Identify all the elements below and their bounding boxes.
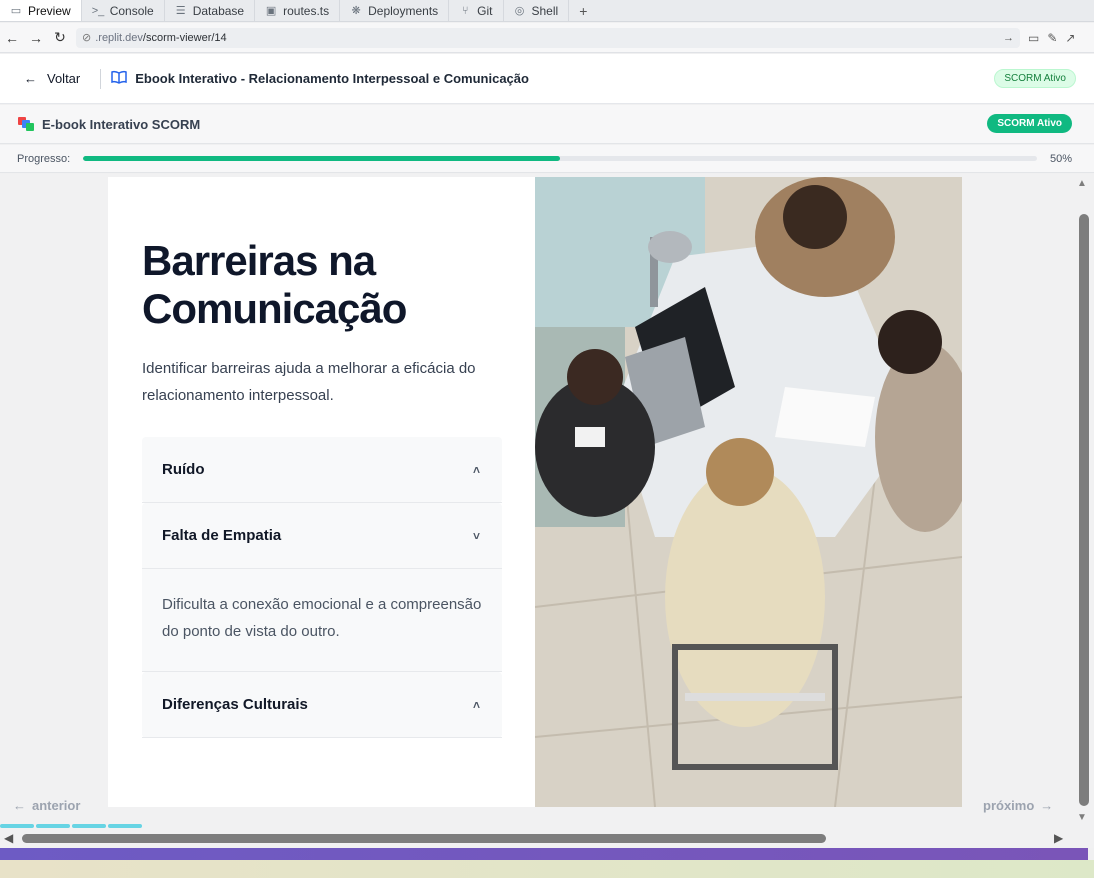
accordion-item: Diferenças Culturais ˄: [142, 672, 502, 738]
accordion-item: Falta de Empatia ˅ Dificulta a conexão emo…: [142, 503, 502, 672]
app-header: ← Voltar Ebook Interativo - Relacionamen…: [0, 54, 1094, 104]
horizontal-scrollbar[interactable]: ◀ ▶: [0, 828, 1094, 848]
tab-label: routes.ts: [283, 3, 330, 18]
back-arrow-icon[interactable]: ←: [0, 30, 24, 46]
vertical-scroll-thumb[interactable]: [1079, 214, 1089, 806]
next-page-button[interactable]: próximo →: [983, 798, 1053, 813]
arrow-right-icon: →: [1040, 798, 1054, 813]
scorm-bar: E-book Interativo SCORM SCORM Ativo: [0, 105, 1094, 144]
tab-label: Deployments: [368, 3, 439, 18]
tab-console[interactable]: >_ Console: [82, 0, 165, 21]
horizontal-scroll-thumb[interactable]: [22, 834, 826, 843]
scorm-active-badge: SCORM Ativo: [987, 114, 1072, 133]
arrow-left-icon: ←: [24, 71, 37, 86]
deployments-icon: ❋: [351, 5, 361, 17]
book-open-icon: [111, 70, 127, 88]
shell-icon: ◎: [514, 5, 525, 17]
accordion-title: Ruído: [162, 461, 205, 478]
previous-page-button[interactable]: ← anterior: [13, 798, 80, 813]
tab-label: Console: [109, 3, 154, 18]
arrow-left-icon: ←: [13, 798, 26, 813]
ebook-title-text: Ebook Interativo - Relacionamento Interp…: [135, 71, 529, 86]
meeting-photo-illustration: [535, 177, 962, 807]
back-label: Voltar: [47, 71, 81, 86]
reload-icon[interactable]: ↻: [48, 29, 72, 46]
chevron-up-icon: ˄: [472, 697, 480, 712]
vertical-scrollbar[interactable]: ▲ ▼: [1072, 174, 1094, 828]
back-button[interactable]: ← Voltar: [24, 71, 80, 86]
accordion-header[interactable]: Diferenças Culturais ˄: [142, 672, 502, 738]
tab-label: Git: [477, 3, 493, 18]
page-card: Barreiras na Comunicação Identificar bar…: [108, 177, 535, 807]
accordion-title: Diferenças Culturais: [162, 696, 308, 713]
next-label: próximo: [983, 798, 1035, 813]
meeting-photo: [535, 177, 962, 807]
monitor-icon: ▭: [10, 5, 22, 17]
typescript-file-icon: ▣: [265, 5, 277, 17]
tab-preview[interactable]: ▭ Preview: [0, 0, 82, 21]
header-divider: [100, 68, 102, 89]
tab-deployments[interactable]: ❋ Deployments: [340, 0, 450, 21]
tab-shell[interactable]: ◎ Shell: [504, 0, 570, 21]
accordion-item: Ruído ˄: [142, 437, 502, 503]
progress-percent: 50%: [1050, 152, 1073, 165]
url-field[interactable]: ⊘ .replit.dev/scorm-viewer/14 →: [76, 27, 1020, 48]
terminal-icon: >_: [91, 4, 105, 17]
forward-arrow-icon[interactable]: →: [24, 30, 48, 46]
accordion-header[interactable]: Ruído ˄: [142, 437, 502, 503]
link-icon: ⊘: [82, 32, 92, 44]
tab-label: Shell: [531, 3, 559, 18]
ebook-title: Ebook Interativo - Relacionamento Interp…: [111, 70, 529, 88]
progress-fill: [83, 156, 560, 161]
bottom-accent-bar: [0, 848, 1088, 860]
tab-label: Preview: [28, 3, 71, 18]
scorm-package-name: E-book Interativo SCORM: [42, 116, 201, 132]
tab-database[interactable]: ☰ Database: [165, 0, 256, 21]
accordion-header[interactable]: Falta de Empatia ˅: [142, 503, 502, 569]
os-taskbar: [0, 860, 1094, 878]
scroll-left-icon[interactable]: ◀: [4, 831, 13, 845]
accordion-title: Falta de Empatia: [162, 527, 282, 544]
page-intro: Identificar barreiras ajuda a melhorar a…: [142, 360, 476, 404]
progress-track: [83, 156, 1037, 161]
progress-row: Progresso: 50%: [0, 145, 1094, 173]
wrench-icon[interactable]: ✎: [1047, 31, 1057, 45]
chevron-up-icon: ˄: [472, 462, 480, 477]
workspace-tab-strip: ▭ Preview >_ Console ☰ Database ▣ routes.ts ❋ Dep…: [0, 0, 1094, 22]
tab-routes-ts[interactable]: ▣ routes.ts: [255, 0, 341, 21]
scorm-status-badge: SCORM Ativo: [994, 69, 1076, 88]
accordion-body: Dificulta a conexão emocional e a compre…: [142, 569, 502, 672]
page-title: Barreiras na Comunicação: [142, 237, 407, 332]
content-area: Barreiras na Comunicação Identificar bar…: [0, 174, 1072, 828]
url-path: /scorm-viewer/14: [142, 31, 227, 44]
accordion: Ruído ˄ Falta de Empatia ˅ Dificulta a conex…: [142, 437, 502, 738]
tab-label: Database: [192, 3, 245, 18]
go-arrow-icon[interactable]: →: [1003, 32, 1014, 44]
tab-git[interactable]: ⑂ Git: [449, 0, 504, 21]
git-icon: ⑂: [461, 4, 469, 17]
scroll-right-icon[interactable]: ▶: [1054, 831, 1063, 845]
scorm-logo-icon: [18, 117, 34, 131]
previous-label: anterior: [32, 798, 81, 813]
address-bar: ← → ↻ ⊘ .replit.dev/scorm-viewer/14 → ▭ …: [0, 23, 1094, 53]
database-icon: ☰: [175, 5, 186, 17]
progress-label: Progresso:: [17, 152, 71, 165]
open-external-icon[interactable]: ↗: [1065, 31, 1075, 45]
scroll-up-icon[interactable]: ▲: [1077, 178, 1087, 189]
devices-icon[interactable]: ▭: [1028, 31, 1039, 45]
url-host: .replit.dev: [95, 31, 143, 44]
chevron-down-icon: ˅: [472, 528, 480, 543]
new-tab-button[interactable]: +: [569, 0, 597, 21]
scroll-down-icon[interactable]: ▼: [1077, 812, 1087, 823]
